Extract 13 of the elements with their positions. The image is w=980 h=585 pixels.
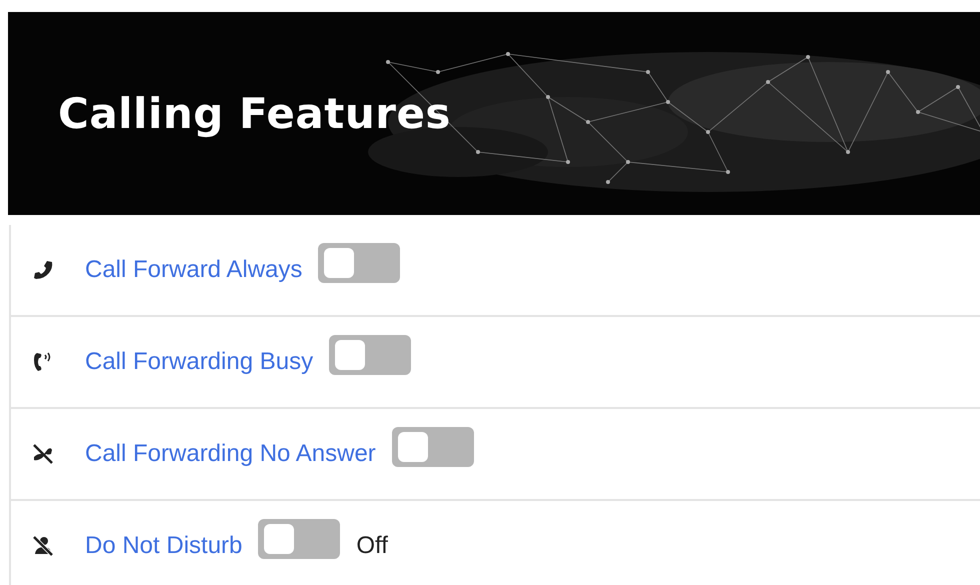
page-title: Calling Features [58, 89, 451, 138]
toggle-switch[interactable] [318, 243, 400, 283]
toggle-switch[interactable] [329, 335, 412, 375]
feature-link[interactable]: Call Forward Always [85, 256, 302, 284]
feature-link[interactable]: Call Forwarding No Answer [85, 440, 376, 468]
feature-link[interactable]: Call Forwarding Busy [85, 348, 314, 376]
toggle-switch[interactable] [392, 427, 474, 467]
phone-icon [31, 258, 55, 282]
crossed-person-icon [31, 534, 55, 558]
crossed-phone-icon [31, 442, 55, 466]
toggle-switch[interactable] [258, 519, 340, 559]
status-text: Off [356, 532, 388, 560]
feature-link[interactable]: Do Not Disturb [85, 532, 242, 560]
